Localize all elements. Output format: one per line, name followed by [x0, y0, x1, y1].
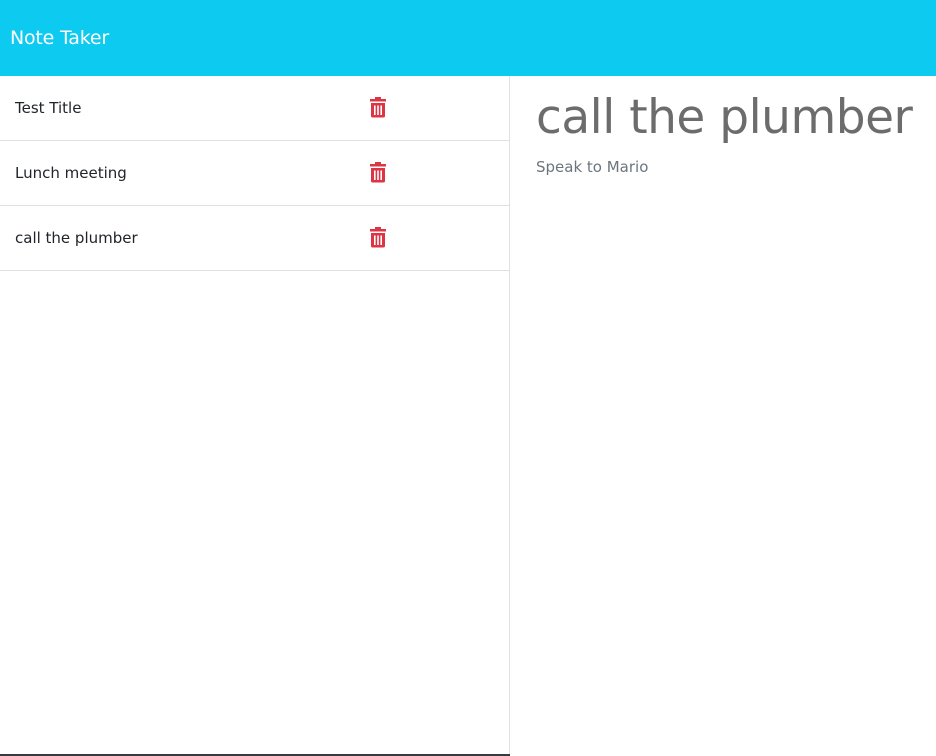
- list-item[interactable]: call the plumber: [0, 206, 509, 271]
- trash-icon[interactable]: [369, 226, 387, 248]
- navbar: Note Taker: [0, 0, 936, 76]
- note-title[interactable]: Lunch meeting: [15, 163, 127, 183]
- list-item[interactable]: Test Title: [0, 76, 509, 141]
- trash-icon[interactable]: [369, 161, 387, 183]
- navbar-brand[interactable]: Note Taker: [10, 27, 109, 49]
- note-list: Test Title Lunch meeting call the plumbe…: [0, 76, 509, 271]
- note-list-panel: Test Title Lunch meeting call the plumbe…: [0, 76, 510, 756]
- note-view: call the plumber Speak to Mario: [510, 76, 936, 756]
- note-title[interactable]: call the plumber: [15, 228, 138, 248]
- list-item[interactable]: Lunch meeting: [0, 141, 509, 206]
- trash-icon[interactable]: [369, 96, 387, 118]
- note-title-field[interactable]: call the plumber: [536, 90, 913, 146]
- note-text-field[interactable]: Speak to Mario: [536, 157, 648, 177]
- note-title[interactable]: Test Title: [15, 98, 81, 118]
